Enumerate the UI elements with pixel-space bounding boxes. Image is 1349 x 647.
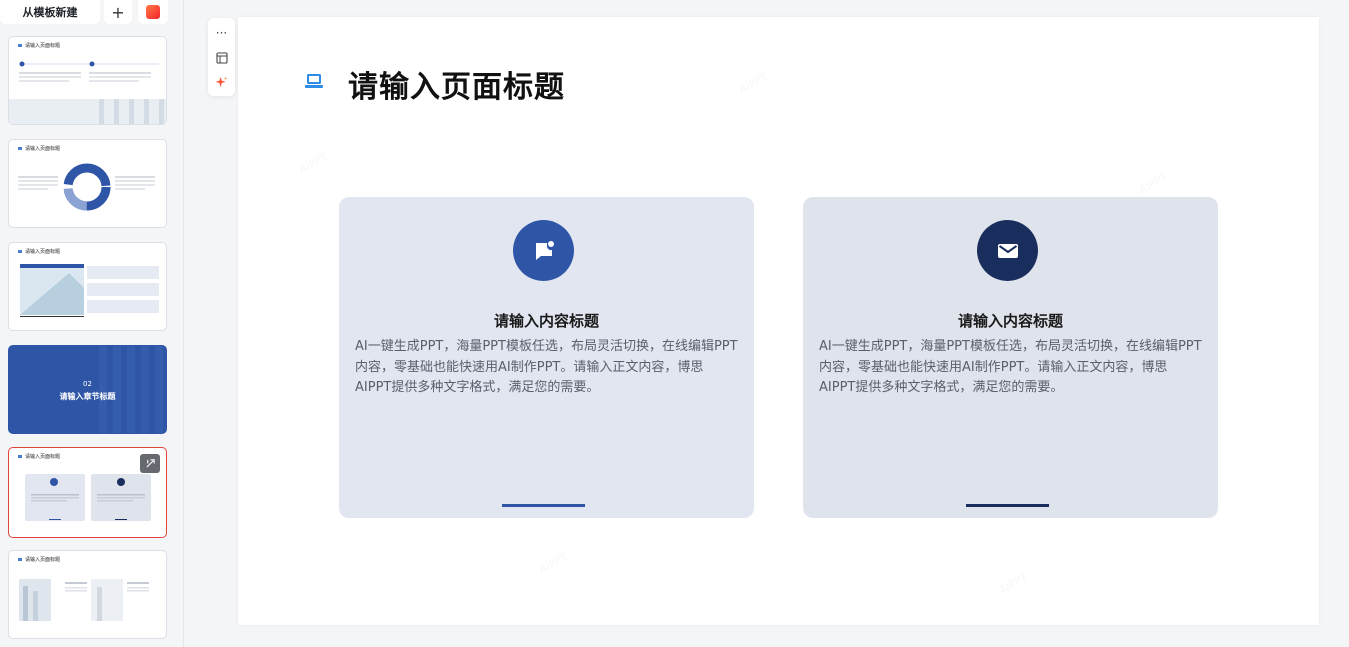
card-title[interactable]: 请输入内容标题 [803,310,1218,331]
thumbnail-preview [9,61,166,124]
card-accent-bar [502,504,585,507]
brand-app-button[interactable] [138,0,168,24]
slide-thumbnail-4[interactable]: 02 请输入章节标题 [8,345,167,434]
watermark: AIPPT [997,570,1030,597]
slide-thumbnail-2[interactable]: 请输入页面标题 [8,139,167,228]
more-options-button[interactable]: ··· [212,22,232,44]
section-title: 请输入章节标题 [59,392,116,401]
thumbnail-preview [18,163,155,211]
card-icon-circle [513,220,574,281]
slide-toolstrip: ··· [208,18,235,96]
thumbnail-preview [20,264,159,317]
thumbnail-background [99,346,163,433]
slide-thumbnail-1[interactable]: 请输入页面标题 [8,36,167,125]
layout-icon[interactable] [212,47,232,69]
slide-thumbnail-6[interactable]: 请输入页面标题 [8,550,167,639]
ai-sparkle-icon[interactable] [212,71,232,93]
card-body[interactable]: AI一键生成PPT，海量PPT模板任选，布局灵活切换，在线编辑PPT内容，零基础… [819,337,1202,399]
new-from-template-button[interactable]: 从模板新建 [0,0,100,24]
watermark: AIPPT [1137,170,1170,197]
watermark: AIPPT [737,70,770,97]
card-accent-bar [966,504,1049,507]
add-slide-button[interactable]: + [104,0,132,24]
watermark: AIPPT [297,150,330,177]
slide-sidebar: 从模板新建 + 请输入页面标题 请输入页面标题 请输入页面标题 02 请输入章节… [0,0,184,647]
thumbnail-preview [19,579,149,621]
card-body[interactable]: AI一键生成PPT，海量PPT模板任选，布局灵活切换，在线编辑PPT内容，零基础… [355,337,738,399]
mail-icon [997,243,1018,258]
sidebar-topbar: 从模板新建 + [0,0,184,26]
thumbnail-preview [25,474,151,521]
slide-canvas[interactable]: AIPPT AIPPT AIPPT AIPPT AIPPT 请输入页面标题 请输… [238,17,1319,625]
watermark: AIPPT [537,550,570,577]
card-title[interactable]: 请输入内容标题 [339,310,754,331]
slide-thumbnail-3[interactable]: 请输入页面标题 [8,242,167,331]
slide-thumbnail-5-active[interactable]: 请输入页面标题 [8,447,167,538]
laptop-icon [305,74,323,88]
message-icon [535,240,554,260]
slide-title[interactable]: 请输入页面标题 [348,62,565,106]
brand-icon [146,5,160,19]
card-icon-circle [977,220,1038,281]
section-number: 02 [83,380,92,388]
content-card-1[interactable]: 请输入内容标题 AI一键生成PPT，海量PPT模板任选，布局灵活切换，在线编辑P… [339,197,754,518]
content-card-2[interactable]: 请输入内容标题 AI一键生成PPT，海量PPT模板任选，布局灵活切换，在线编辑P… [803,197,1218,518]
